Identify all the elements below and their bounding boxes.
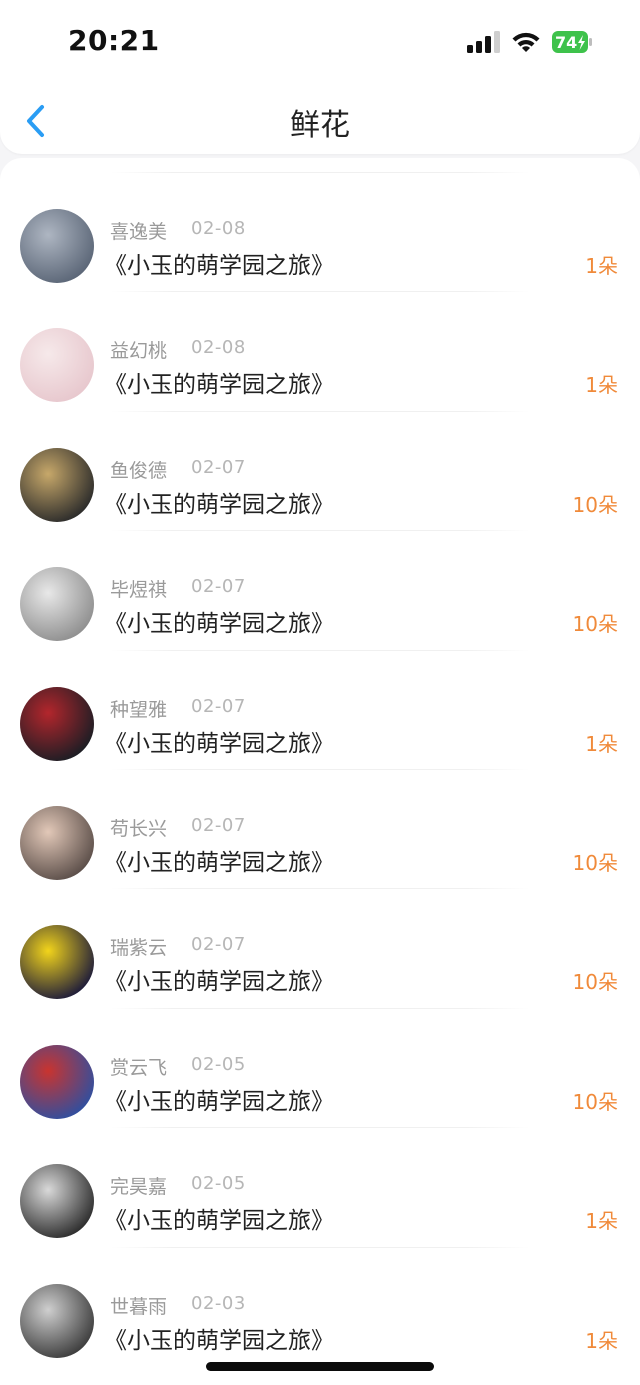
sender-name: 喜逸美 bbox=[110, 221, 168, 243]
list-item[interactable]: 种望雅 02-07 《小玉的萌学园之旅》 1朵 bbox=[0, 649, 640, 769]
avatar[interactable] bbox=[20, 447, 94, 522]
list-item[interactable]: 毕煜祺 02-07 《小玉的萌学园之旅》 10朵 bbox=[0, 530, 640, 649]
avatar[interactable] bbox=[20, 567, 94, 642]
sent-date: 02-08 bbox=[191, 337, 246, 359]
battery-icon: 74 bbox=[552, 31, 592, 53]
flower-amount: 10朵 bbox=[572, 492, 618, 517]
sent-date: 02-07 bbox=[191, 695, 246, 717]
list-item[interactable]: 苟长兴 02-07 《小玉的萌学园之旅》 10朵 bbox=[0, 769, 640, 888]
page-title: 鲜花 bbox=[290, 108, 350, 143]
list-item[interactable]: 世暮雨 02-03 《小玉的萌学园之旅》 1朵 bbox=[0, 1246, 640, 1366]
flower-list: 喜逸美 02-08 《小玉的萌学园之旅》 1朵 益幻桃 02-08 《小玉的萌学园之旅》 1朵… bbox=[0, 158, 640, 1385]
top-bar: 20:21 74 鲜花 bbox=[0, 0, 640, 154]
avatar[interactable] bbox=[20, 209, 94, 283]
sender-name: 赏云飞 bbox=[110, 1056, 168, 1079]
flower-amount: 1朵 bbox=[585, 1209, 618, 1234]
flower-amount: 1朵 bbox=[585, 1328, 618, 1353]
book-title: 《小玉的萌学园之旅》 bbox=[104, 253, 334, 279]
flower-amount: 10朵 bbox=[572, 970, 618, 995]
list-item[interactable]: 赏云飞 02-05 《小玉的萌学园之旅》 10朵 bbox=[0, 1007, 640, 1127]
sender-name: 瑞紫云 bbox=[110, 937, 168, 960]
sender-name: 鱼俊德 bbox=[110, 459, 168, 482]
book-title: 《小玉的萌学园之旅》 bbox=[104, 611, 334, 638]
list-item[interactable]: 鱼俊德 02-07 《小玉的萌学园之旅》 10朵 bbox=[0, 410, 640, 530]
sender-name: 世暮雨 bbox=[110, 1295, 168, 1318]
sent-date: 02-03 bbox=[191, 1292, 246, 1314]
screen: 20:21 74 鲜花 喜逸美 02-08 《小玉的萌学园之旅》 1朵 益幻桃 02-08… bbox=[0, 0, 640, 1385]
flower-amount: 1朵 bbox=[585, 373, 618, 398]
home-indicator bbox=[206, 1362, 434, 1371]
book-title: 《小玉的萌学园之旅》 bbox=[104, 1208, 334, 1235]
battery-level: 74 bbox=[555, 33, 577, 52]
row-divider bbox=[110, 769, 530, 770]
sent-date: 02-07 bbox=[191, 815, 246, 836]
flower-amount: 1朵 bbox=[585, 731, 618, 756]
row-divider bbox=[110, 530, 530, 532]
row-divider bbox=[110, 410, 530, 412]
sent-date: 02-08 bbox=[191, 218, 246, 239]
flower-amount: 10朵 bbox=[572, 1089, 618, 1114]
sender-name: 苟长兴 bbox=[110, 818, 168, 840]
sent-date: 02-07 bbox=[191, 934, 246, 956]
flower-amount: 10朵 bbox=[572, 612, 618, 637]
row-divider bbox=[110, 1127, 530, 1129]
sender-name: 种望雅 bbox=[110, 698, 168, 721]
avatar[interactable] bbox=[20, 1044, 94, 1119]
book-title: 《小玉的萌学园之旅》 bbox=[104, 730, 334, 757]
row-divider bbox=[110, 1246, 530, 1248]
row-divider bbox=[110, 649, 530, 651]
status-time: 20:21 bbox=[68, 24, 160, 57]
book-title: 《小玉的萌学园之旅》 bbox=[104, 491, 334, 518]
list-item[interactable]: 益幻桃 02-08 《小玉的萌学园之旅》 1朵 bbox=[0, 291, 640, 410]
flower-amount: 1朵 bbox=[585, 254, 618, 278]
row-divider bbox=[110, 172, 530, 173]
sent-date: 02-07 bbox=[191, 456, 246, 478]
avatar[interactable] bbox=[20, 806, 94, 880]
avatar[interactable] bbox=[20, 686, 94, 761]
avatar[interactable] bbox=[20, 1283, 94, 1358]
avatar[interactable] bbox=[20, 925, 94, 1000]
sent-date: 02-05 bbox=[191, 1053, 246, 1075]
sender-name: 益幻桃 bbox=[110, 340, 168, 363]
wifi-icon bbox=[512, 32, 540, 52]
avatar[interactable] bbox=[20, 1164, 94, 1239]
row-divider bbox=[110, 1007, 530, 1009]
row-divider bbox=[110, 291, 530, 293]
book-title: 《小玉的萌学园之旅》 bbox=[104, 969, 334, 996]
book-title: 《小玉的萌学园之旅》 bbox=[104, 1088, 334, 1115]
flower-amount: 10朵 bbox=[572, 851, 618, 875]
row-divider bbox=[110, 888, 530, 890]
avatar[interactable] bbox=[20, 328, 94, 403]
book-title: 《小玉的萌学园之旅》 bbox=[104, 372, 334, 399]
cellular-signal-icon bbox=[467, 31, 500, 53]
sent-date: 02-05 bbox=[191, 1173, 246, 1195]
list-item[interactable]: 完昊嘉 02-05 《小玉的萌学园之旅》 1朵 bbox=[0, 1127, 640, 1246]
sent-date: 02-07 bbox=[191, 576, 246, 598]
list-item[interactable]: 喜逸美 02-08 《小玉的萌学园之旅》 1朵 bbox=[0, 172, 640, 291]
list-item[interactable]: 瑞紫云 02-07 《小玉的萌学园之旅》 10朵 bbox=[0, 888, 640, 1007]
book-title: 《小玉的萌学园之旅》 bbox=[104, 1327, 334, 1354]
book-title: 《小玉的萌学园之旅》 bbox=[104, 850, 334, 876]
sender-name: 毕煜祺 bbox=[110, 579, 168, 602]
sender-name: 完昊嘉 bbox=[110, 1176, 168, 1199]
